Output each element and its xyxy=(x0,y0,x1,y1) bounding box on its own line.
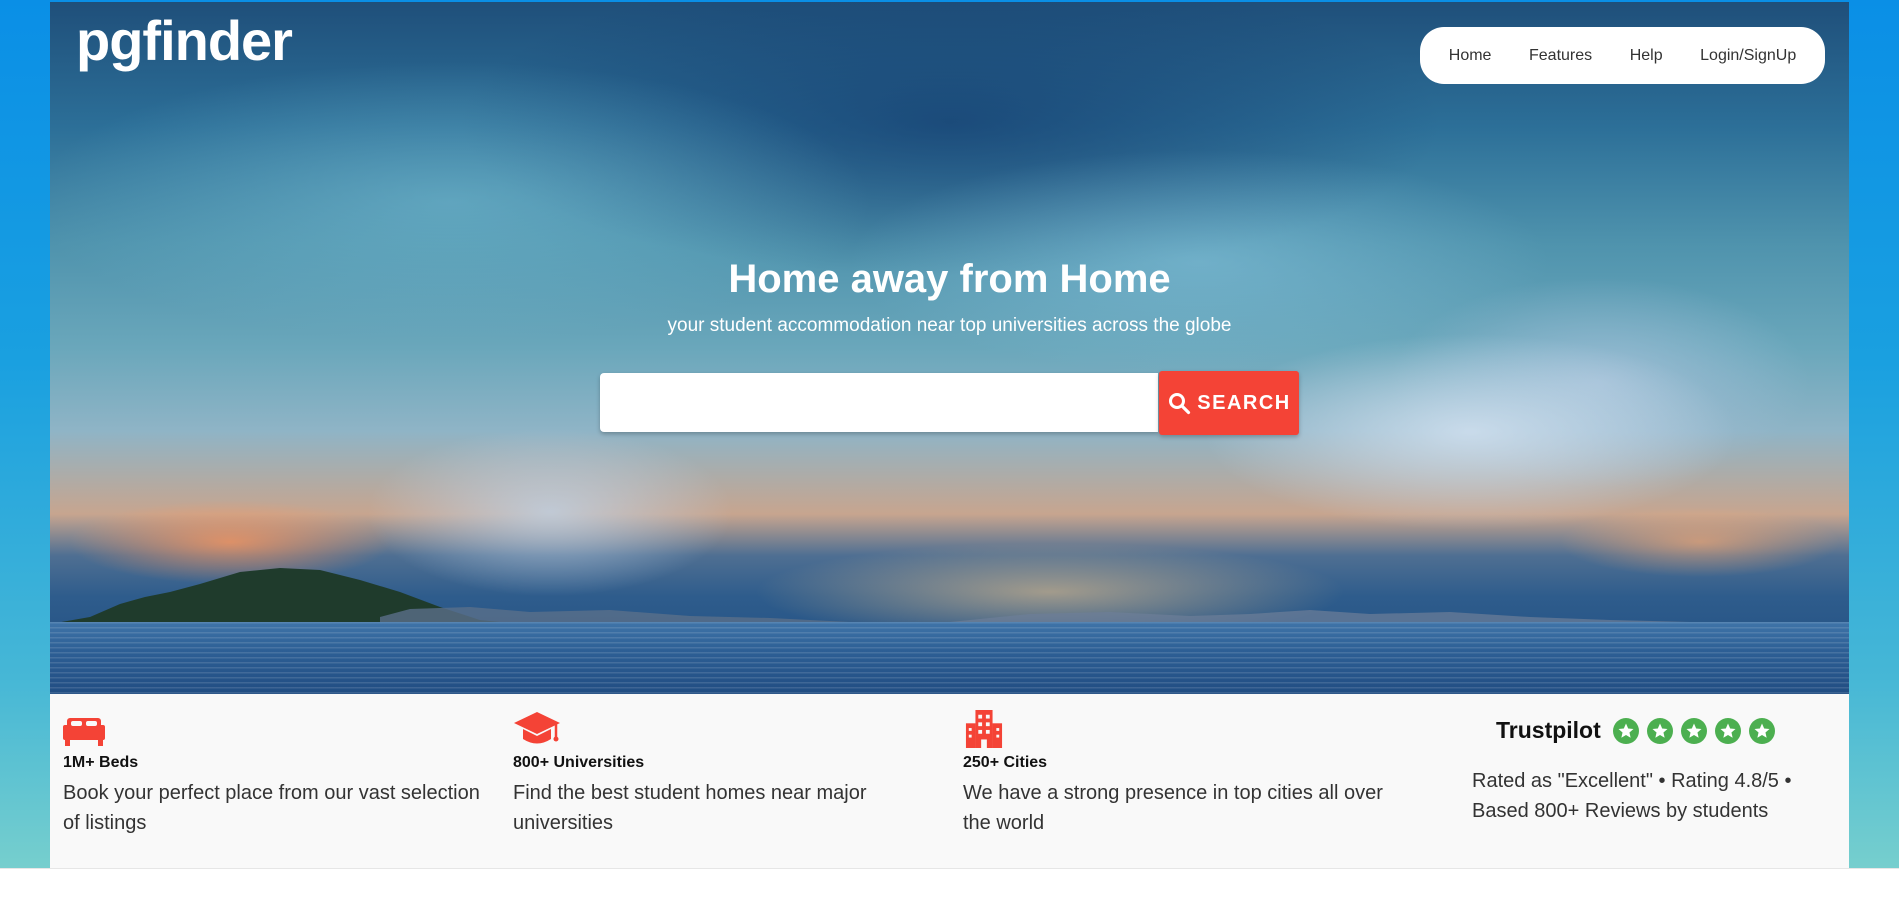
graduation-cap-icon xyxy=(514,712,560,744)
search-button-label: SEARCH xyxy=(1197,391,1291,414)
star-icon xyxy=(1646,717,1673,744)
feature-universities-title: 800+ Universities xyxy=(513,754,645,771)
star-icon xyxy=(1680,717,1707,744)
feature-universities-description: Find the best student homes near major u… xyxy=(513,782,867,834)
top-nav: Home Features Help Login/SignUp xyxy=(1420,27,1825,84)
trustpilot-name: Trustpilot xyxy=(1496,717,1601,743)
trustpilot-summary: Rated as "Excellent" • Rating 4.8/5 • Ba… xyxy=(1472,770,1792,822)
search-icon xyxy=(1169,393,1191,415)
hero-section: pgfinder Home Features Help Login/SignUp… xyxy=(50,2,1849,694)
feature-beds-description: Book your perfect place from our vast se… xyxy=(63,782,480,834)
sea-water xyxy=(50,622,1849,694)
nav-features-link[interactable]: Features xyxy=(1529,47,1592,65)
star-icon xyxy=(1612,717,1639,744)
search-button[interactable]: SEARCH xyxy=(1159,371,1299,435)
feature-cities: 250+ Cities We have a strong presence in… xyxy=(963,710,1393,838)
trustpilot-header: Trustpilot xyxy=(1472,717,1812,744)
feature-cities-title: 250+ Cities xyxy=(963,754,1048,771)
star-icon xyxy=(1714,717,1741,744)
site-logo[interactable]: pgfinder xyxy=(76,8,293,73)
search-input[interactable] xyxy=(600,373,1158,432)
bed-icon xyxy=(63,718,105,746)
nav-login-signup-link[interactable]: Login/SignUp xyxy=(1700,47,1796,65)
nav-help-link[interactable]: Help xyxy=(1630,47,1663,65)
city-building-icon xyxy=(965,710,1003,748)
feature-cities-description: We have a strong presence in top cities … xyxy=(963,782,1383,834)
feature-beds-title: 1M+ Beds xyxy=(63,754,139,771)
hero-subtitle: your student accommodation near top univ… xyxy=(667,315,1232,336)
page-bottom-strip xyxy=(0,868,1899,904)
nav-home-link[interactable]: Home xyxy=(1449,47,1492,65)
star-icon xyxy=(1748,717,1775,744)
hero-title: Home away from Home xyxy=(728,257,1171,301)
feature-beds: 1M+ Beds Book your perfect place from ou… xyxy=(63,710,493,838)
feature-universities: 800+ Universities Find the best student … xyxy=(513,710,933,838)
page-container: pgfinder Home Features Help Login/SignUp… xyxy=(50,2,1849,868)
trustpilot-rating: Trustpilot Rated as "Excellent" • Rating… xyxy=(1472,717,1812,826)
